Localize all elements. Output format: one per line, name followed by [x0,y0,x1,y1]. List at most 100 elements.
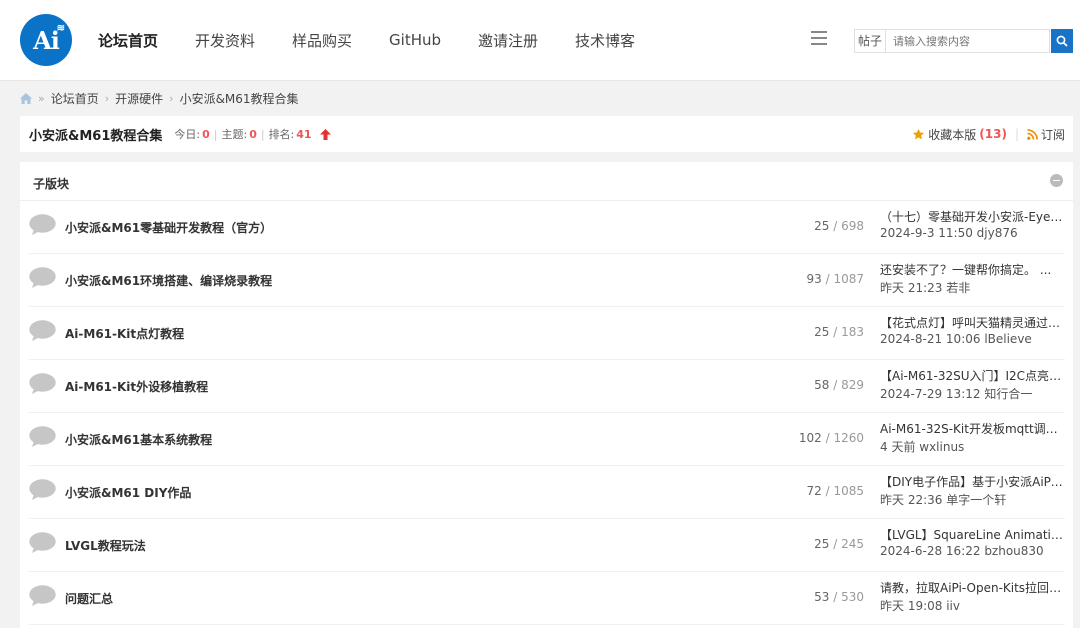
subforum-name-link[interactable]: 小安派&M61环境搭建、编译烧录教程 [65,272,272,289]
subforum-name-link[interactable]: Ai-M61-Kit点灯教程 [65,325,184,342]
favorite-button[interactable]: 收藏本版 [928,126,976,143]
rank-value: 41 [296,127,312,141]
rss-icon[interactable] [1027,128,1038,140]
post-count: / 829 [833,378,864,392]
thread-count: 58 [814,378,830,392]
thread-count: 72 [806,484,822,498]
thread-count: 25 [814,537,830,551]
thread-count: 25 [814,325,830,339]
nav-forum-home[interactable]: 论坛首页 [98,30,158,51]
site-logo[interactable]: Ai ≋ [20,14,72,66]
chat-bubble-icon [29,479,56,500]
subforum-row[interactable]: 问题汇总 53 / 530 请教，拉取AiPi-Open-Kits拉回来 ... 昨天… [29,572,1065,625]
main-nav: 论坛首页 开发资料 样品购买 GitHub 邀请注册 技术博客 [98,0,672,80]
last-post-meta[interactable]: 昨天 21:23 若非 [880,279,970,296]
last-post-meta[interactable]: 2024-9-3 11:50 djy876 [880,226,1018,240]
last-post-title-link[interactable]: Ai-M61-32S-Kit开发板mqtt调试 ... [880,420,1065,437]
post-count: / 245 [833,537,864,551]
forum-title-bar: 小安派&M61教程合集 今日: 0 | 主题: 0 | 排名: 41 收藏本版 … [20,116,1073,152]
last-post-title-link[interactable]: 请教，拉取AiPi-Open-Kits拉回来 ... [880,579,1065,596]
collapse-icon[interactable] [1050,174,1063,187]
chat-bubble-icon [29,585,56,606]
post-count: / 698 [833,219,864,233]
search-box: 帖子 [854,29,1050,53]
subforum-row[interactable]: 小安派&M61零基础开发教程（官方） 25 / 698 （十七）零基础开发小安派-E… [29,201,1065,254]
thread-count: 53 [814,590,830,604]
chat-bubble-icon [29,532,56,553]
subforum-name-link[interactable]: 小安派&M61零基础开发教程（官方） [65,219,272,236]
chat-bubble-icon [29,214,56,235]
last-post-title-link[interactable]: 【Ai-M61-32SU入门】I2C点亮OLED... [880,367,1065,384]
logo-text: Ai [33,25,60,55]
chat-bubble-icon [29,373,56,394]
subforum-name-link[interactable]: 问题汇总 [65,590,113,607]
topics-count: 0 [249,127,257,141]
site-header: Ai ≋ 论坛首页 开发资料 样品购买 GitHub 邀请注册 技术博客 帖子 [0,0,1080,81]
last-post-meta[interactable]: 4 天前 wxlinus [880,438,964,455]
forum-stats: 今日: 0 | 主题: 0 | 排名: 41 [174,126,331,142]
post-count: / 183 [833,325,864,339]
today-label: 今日: [174,128,201,141]
last-post-title-link[interactable]: 【DIY电子作品】基于小安派AiPi-... [880,473,1065,490]
breadcrumb-separator: › [104,91,110,105]
up-arrow-icon [319,128,331,140]
post-count: / 1260 [825,431,864,445]
post-count: / 530 [833,590,864,604]
subforum-counts: 72 / 1085 [806,484,864,498]
thread-count: 93 [806,272,822,286]
subscribe-button[interactable]: 订阅 [1041,126,1065,143]
subforum-name-link[interactable]: Ai-M61-Kit外设移植教程 [65,378,208,395]
subforum-name-link[interactable]: 小安派&M61基本系统教程 [65,431,212,448]
subforum-counts: 25 / 245 [814,537,864,551]
breadcrumb-open-hardware[interactable]: 开源硬件 [115,90,163,107]
subforum-row[interactable]: 小安派&M61 DIY作品 72 / 1085 【DIY电子作品】基于小安派AiPi… [29,466,1065,519]
last-post-title-link[interactable]: 【花式点灯】呼叫天猫精灵通过M61... [880,314,1065,331]
post-count: / 1085 [825,484,864,498]
thread-count: 102 [798,431,822,445]
subforum-row[interactable]: LVGL教程玩法 25 / 245 【LVGL】SquareLine Animati… [29,519,1065,572]
search-type-select[interactable]: 帖子 [855,30,886,52]
last-post-meta[interactable]: 昨天 19:08 iiv [880,597,960,614]
search-icon [1056,35,1068,47]
subforum-row[interactable]: Ai-M61-Kit点灯教程 25 / 183 【花式点灯】呼叫天猫精灵通过M61.… [29,307,1065,360]
subforum-counts: 25 / 183 [814,325,864,339]
last-post-meta[interactable]: 2024-6-28 16:22 bzhou830 [880,544,1044,558]
rank-label: 排名: [268,128,295,141]
chat-bubble-icon [29,426,56,447]
subforum-row[interactable]: Ai-M61-Kit外设移植教程 58 / 829 【Ai-M61-32SU入门】I… [29,360,1065,413]
last-post-title-link[interactable]: （十七）零基础开发小安派-Eyes-S1【... [880,208,1065,225]
subforum-row[interactable]: 小安派&M61基本系统教程 102 / 1260 Ai-M61-32S-Kit开发板… [29,413,1065,466]
last-post-meta[interactable]: 2024-7-29 13:12 知行合一 [880,385,1032,402]
nav-invite-register[interactable]: 邀请注册 [478,30,538,51]
last-post-title-link[interactable]: 还安装不了？一键帮你搞定。 ... [880,261,1065,278]
subforum-name-link[interactable]: LVGL教程玩法 [65,537,146,554]
nav-sample-purchase[interactable]: 样品购买 [292,30,352,51]
favorite-count: (13) [979,127,1007,141]
subforum-counts: 58 / 829 [814,378,864,392]
star-icon[interactable] [912,128,925,141]
forum-name: 小安派&M61教程合集 [29,128,163,144]
last-post-meta[interactable]: 2024-8-21 10:06 lBelieve [880,332,1032,346]
subforum-panel-header: 子版块 [20,162,1073,201]
subforum-row[interactable]: 小安派&M61环境搭建、编译烧录教程 93 / 1087 还安装不了？一键帮你搞定。… [29,254,1065,307]
nav-dev-docs[interactable]: 开发资料 [195,30,255,51]
subforum-counts: 102 / 1260 [799,431,864,445]
subforum-counts: 93 / 1087 [806,272,864,286]
breadcrumb-forum-home[interactable]: 论坛首页 [51,90,99,107]
subforum-counts: 53 / 530 [814,590,864,604]
breadcrumb-separator: » [38,91,45,105]
home-icon[interactable] [20,92,32,104]
last-post-meta[interactable]: 昨天 22:36 单字一个轩 [880,491,1006,508]
search-input[interactable] [886,30,1045,52]
subforum-counts: 25 / 698 [814,219,864,233]
today-count: 0 [202,127,210,141]
nav-github[interactable]: GitHub [389,31,441,49]
post-count: / 1087 [825,272,864,286]
menu-icon[interactable] [811,31,827,47]
nav-tech-blog[interactable]: 技术博客 [575,30,635,51]
topics-label: 主题: [221,128,248,141]
subforum-name-link[interactable]: 小安派&M61 DIY作品 [65,484,191,501]
last-post-title-link[interactable]: 【LVGL】SquareLine Animation... [880,526,1065,543]
breadcrumb-current-forum[interactable]: 小安派&M61教程合集 [180,90,299,107]
search-button[interactable] [1051,29,1073,53]
